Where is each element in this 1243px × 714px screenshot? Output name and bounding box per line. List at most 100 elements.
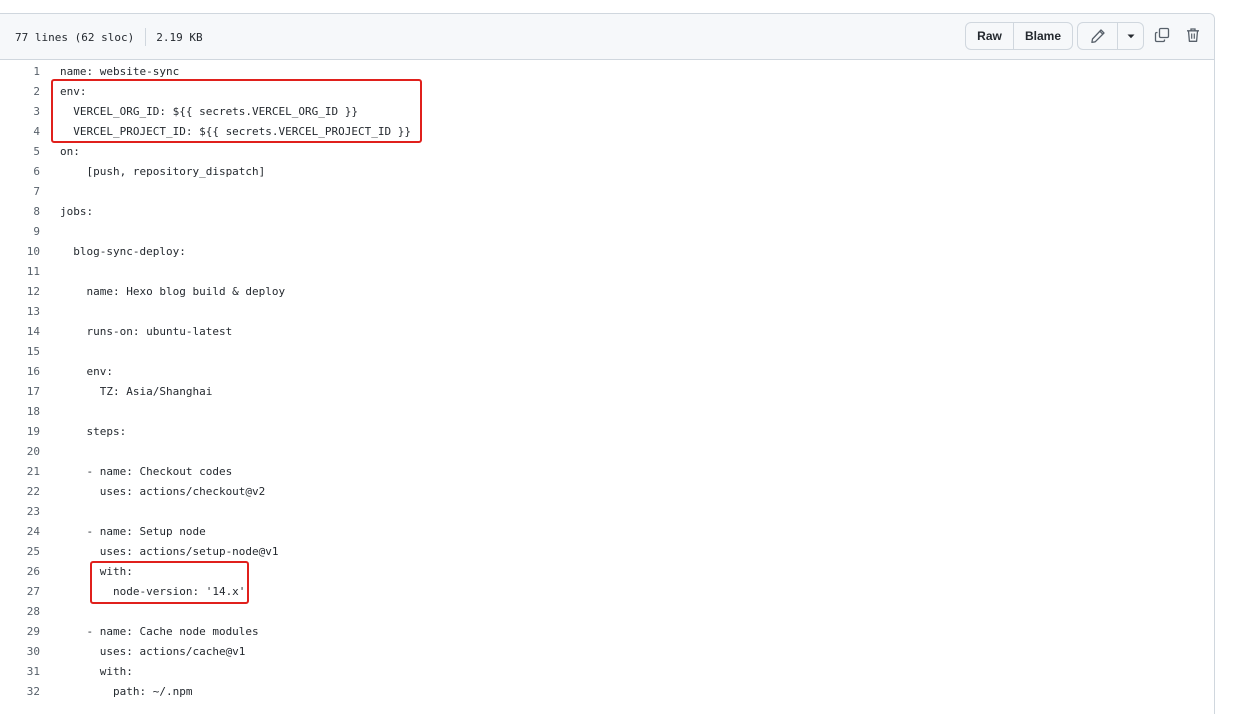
line-number[interactable]: 19 bbox=[0, 422, 40, 442]
line-number[interactable]: 26 bbox=[0, 562, 40, 582]
line-text: blog-sync-deploy: bbox=[60, 245, 186, 258]
line-number[interactable]: 12 bbox=[0, 282, 40, 302]
line-number[interactable]: 32 bbox=[0, 682, 40, 702]
code-line: 11 bbox=[0, 262, 1214, 282]
line-text: name: Hexo blog build & deploy bbox=[60, 285, 286, 298]
code-line: 24 - name: Setup node bbox=[0, 522, 1214, 542]
line-number[interactable]: 16 bbox=[0, 362, 40, 382]
blame-button[interactable]: Blame bbox=[1013, 23, 1072, 49]
line-number[interactable]: 25 bbox=[0, 542, 40, 562]
line-number[interactable]: 23 bbox=[0, 502, 40, 522]
line-text: runs-on: ubuntu-latest bbox=[60, 325, 233, 338]
line-number[interactable]: 1 bbox=[0, 62, 40, 82]
code-line: 16 env: bbox=[0, 362, 1214, 382]
line-number[interactable]: 14 bbox=[0, 322, 40, 342]
code-line: 18 bbox=[0, 402, 1214, 422]
line-number[interactable]: 2 bbox=[0, 82, 40, 102]
line-number[interactable]: 21 bbox=[0, 462, 40, 482]
line-number[interactable]: 9 bbox=[0, 222, 40, 242]
line-text: VERCEL_ORG_ID: ${{ secrets.VERCEL_ORG_ID… bbox=[60, 105, 359, 118]
line-text: env: bbox=[60, 85, 87, 98]
file-viewer: 77 lines (62 sloc) 2.19 KB Raw Blame 1 n… bbox=[0, 13, 1215, 714]
code-line: 7 bbox=[0, 182, 1214, 202]
line-number[interactable]: 7 bbox=[0, 182, 40, 202]
code-line: 14 runs-on: ubuntu-latest bbox=[0, 322, 1214, 342]
copy-icon bbox=[1154, 27, 1170, 43]
edit-dropdown-button[interactable] bbox=[1117, 23, 1143, 49]
line-number[interactable]: 17 bbox=[0, 382, 40, 402]
line-text: steps: bbox=[60, 425, 127, 438]
line-number[interactable]: 29 bbox=[0, 622, 40, 642]
line-number[interactable]: 20 bbox=[0, 442, 40, 462]
code-line: 20 bbox=[0, 442, 1214, 462]
code-line: 2 env: bbox=[0, 82, 1214, 102]
raw-button[interactable]: Raw bbox=[966, 23, 1013, 49]
line-number[interactable]: 13 bbox=[0, 302, 40, 322]
code-line: 28 bbox=[0, 602, 1214, 622]
line-number[interactable]: 22 bbox=[0, 482, 40, 502]
line-number[interactable]: 24 bbox=[0, 522, 40, 542]
line-number[interactable]: 31 bbox=[0, 662, 40, 682]
line-number[interactable]: 15 bbox=[0, 342, 40, 362]
file-header: 77 lines (62 sloc) 2.19 KB Raw Blame bbox=[0, 14, 1214, 60]
line-text: node-version: '14.x' bbox=[60, 585, 246, 598]
code-view: 1 name: website-sync 2 env: 3 VERCEL_ORG_ID:… bbox=[0, 60, 1214, 702]
line-text: on: bbox=[60, 145, 80, 158]
code-line: 22 uses: actions/checkout@v2 bbox=[0, 482, 1214, 502]
line-text: uses: actions/setup-node@v1 bbox=[60, 545, 279, 558]
pencil-icon bbox=[1090, 29, 1105, 44]
line-number[interactable]: 27 bbox=[0, 582, 40, 602]
line-text: jobs: bbox=[60, 205, 94, 218]
line-text: TZ: Asia/Shanghai bbox=[60, 385, 213, 398]
delete-button[interactable] bbox=[1183, 25, 1203, 45]
code-line: 1 name: website-sync bbox=[0, 62, 1214, 82]
line-number[interactable]: 5 bbox=[0, 142, 40, 162]
code-line: 12 name: Hexo blog build & deploy bbox=[0, 282, 1214, 302]
file-size: 2.19 KB bbox=[156, 30, 203, 44]
code-line: 4 VERCEL_PROJECT_ID: ${{ secrets.VERCEL_… bbox=[0, 122, 1214, 142]
line-number[interactable]: 30 bbox=[0, 642, 40, 662]
line-number[interactable]: 6 bbox=[0, 162, 40, 182]
code-line: 31 with: bbox=[0, 662, 1214, 682]
code-line: 27 node-version: '14.x' bbox=[0, 582, 1214, 602]
line-number[interactable]: 10 bbox=[0, 242, 40, 262]
line-text: - name: Cache node modules bbox=[60, 625, 259, 638]
code-line: 19 steps: bbox=[0, 422, 1214, 442]
raw-blame-group: Raw Blame bbox=[965, 22, 1073, 50]
code-line: 5 on: bbox=[0, 142, 1214, 162]
code-line: 6 [push, repository_dispatch] bbox=[0, 162, 1214, 182]
line-text: path: ~/.npm bbox=[60, 685, 193, 698]
code-line: 21 - name: Checkout codes bbox=[0, 462, 1214, 482]
line-number[interactable]: 4 bbox=[0, 122, 40, 142]
line-number[interactable]: 28 bbox=[0, 602, 40, 622]
code-line: 29 - name: Cache node modules bbox=[0, 622, 1214, 642]
code-line: 25 uses: actions/setup-node@v1 bbox=[0, 542, 1214, 562]
divider bbox=[145, 28, 147, 46]
code-line: 17 TZ: Asia/Shanghai bbox=[0, 382, 1214, 402]
code-line: 8 jobs: bbox=[0, 202, 1214, 222]
line-text: with: bbox=[60, 565, 133, 578]
line-number[interactable]: 11 bbox=[0, 262, 40, 282]
code-line: 30 uses: actions/cache@v1 bbox=[0, 642, 1214, 662]
code-line: 13 bbox=[0, 302, 1214, 322]
file-info: 77 lines (62 sloc) 2.19 KB bbox=[15, 28, 203, 46]
triangle-down-icon bbox=[1127, 34, 1135, 39]
trash-icon bbox=[1187, 28, 1199, 42]
edit-button[interactable] bbox=[1078, 23, 1117, 49]
copy-button[interactable] bbox=[1152, 25, 1172, 45]
line-number[interactable]: 18 bbox=[0, 402, 40, 422]
line-text: name: website-sync bbox=[60, 65, 180, 78]
code-line: 9 bbox=[0, 222, 1214, 242]
edit-group bbox=[1077, 22, 1144, 50]
line-text: VERCEL_PROJECT_ID: ${{ secrets.VERCEL_PR… bbox=[60, 125, 411, 138]
line-text: env: bbox=[60, 365, 113, 378]
line-text: - name: Setup node bbox=[60, 525, 206, 538]
code-line: 23 bbox=[0, 502, 1214, 522]
code-line: 32 path: ~/.npm bbox=[0, 682, 1214, 702]
line-text: [push, repository_dispatch] bbox=[60, 165, 266, 178]
code-line: 10 blog-sync-deploy: bbox=[0, 242, 1214, 262]
line-number[interactable]: 3 bbox=[0, 102, 40, 122]
code-line: 26 with: bbox=[0, 562, 1214, 582]
line-text: with: bbox=[60, 665, 133, 678]
line-number[interactable]: 8 bbox=[0, 202, 40, 222]
